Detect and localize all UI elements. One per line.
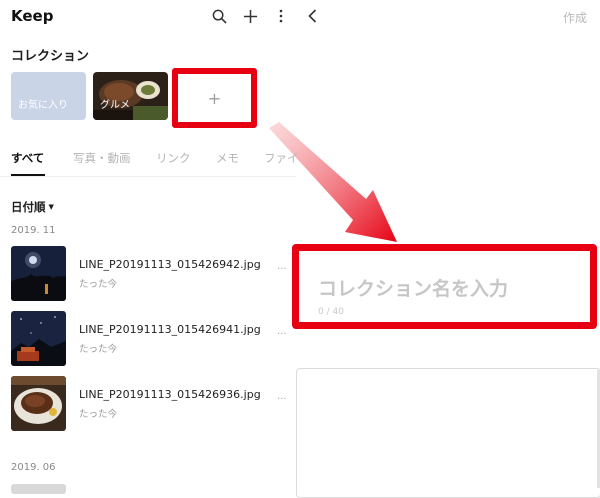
more-options-icon[interactable]: ··· xyxy=(277,329,287,340)
sort-label: 日付順 xyxy=(11,200,46,214)
tab-all[interactable]: すべて xyxy=(11,150,44,166)
plus-icon[interactable] xyxy=(240,6,260,26)
more-options-icon[interactable]: ··· xyxy=(277,394,287,405)
file-time: たった今 xyxy=(79,344,118,355)
more-options-icon[interactable]: ··· xyxy=(277,264,287,275)
active-tab-indicator xyxy=(11,174,45,176)
caret-down-icon: ▼ xyxy=(48,203,54,211)
callout-arrow xyxy=(269,122,397,242)
file-row[interactable]: LINE_P20191113_015426942.jpg たった今 ··· xyxy=(0,246,296,306)
collection-items-area xyxy=(296,368,600,498)
app-title: Keep xyxy=(11,7,54,25)
add-collection-button[interactable]: + xyxy=(172,68,257,128)
collection-name-field[interactable]: コレクション名を入力 0 / 40 xyxy=(292,244,597,329)
tab-bar: すべて 写真・動画 リンク メモ ファイ xyxy=(0,150,299,177)
tab-photos-videos[interactable]: 写真・動画 xyxy=(73,150,131,166)
file-row[interactable]: LINE_P20191113_015426936.jpg たった今 ··· xyxy=(0,376,296,436)
back-chevron-icon[interactable] xyxy=(308,6,322,26)
collections-title: コレクション xyxy=(11,49,90,64)
collection-name-placeholder: コレクション名を入力 xyxy=(318,278,509,300)
date-header: 2019. 11 xyxy=(11,225,56,236)
file-name: LINE_P20191113_015426941.jpg xyxy=(79,323,261,336)
collection-card-favorites[interactable]: お気に入り xyxy=(11,72,86,120)
character-counter: 0 / 40 xyxy=(318,307,344,317)
tab-memos[interactable]: メモ xyxy=(216,150,239,166)
file-time: たった今 xyxy=(79,279,118,290)
sort-dropdown[interactable]: 日付順 ▼ xyxy=(11,199,54,215)
search-icon[interactable] xyxy=(209,6,229,26)
add-label: + xyxy=(207,88,222,108)
file-thumbnail xyxy=(11,246,66,301)
more-vertical-icon[interactable] xyxy=(271,6,291,26)
collection-label: お気に入り xyxy=(18,100,68,111)
tab-files[interactable]: ファイ xyxy=(264,150,299,166)
tab-links[interactable]: リンク xyxy=(156,150,191,166)
file-time: たった今 xyxy=(79,409,118,420)
file-name: LINE_P20191113_015426936.jpg xyxy=(79,388,261,401)
date-header: 2019. 06 xyxy=(11,462,56,473)
file-thumbnail xyxy=(11,376,66,431)
collection-label: グルメ xyxy=(100,100,130,111)
file-thumbnail xyxy=(11,311,66,366)
file-row[interactable]: LINE_P20191113_015426941.jpg たった今 ··· xyxy=(0,311,296,371)
create-button[interactable]: 作成 xyxy=(563,9,587,26)
file-thumbnail xyxy=(11,484,66,494)
collection-card-gourmet[interactable]: グルメ xyxy=(93,72,168,120)
file-name: LINE_P20191113_015426942.jpg xyxy=(79,258,261,271)
